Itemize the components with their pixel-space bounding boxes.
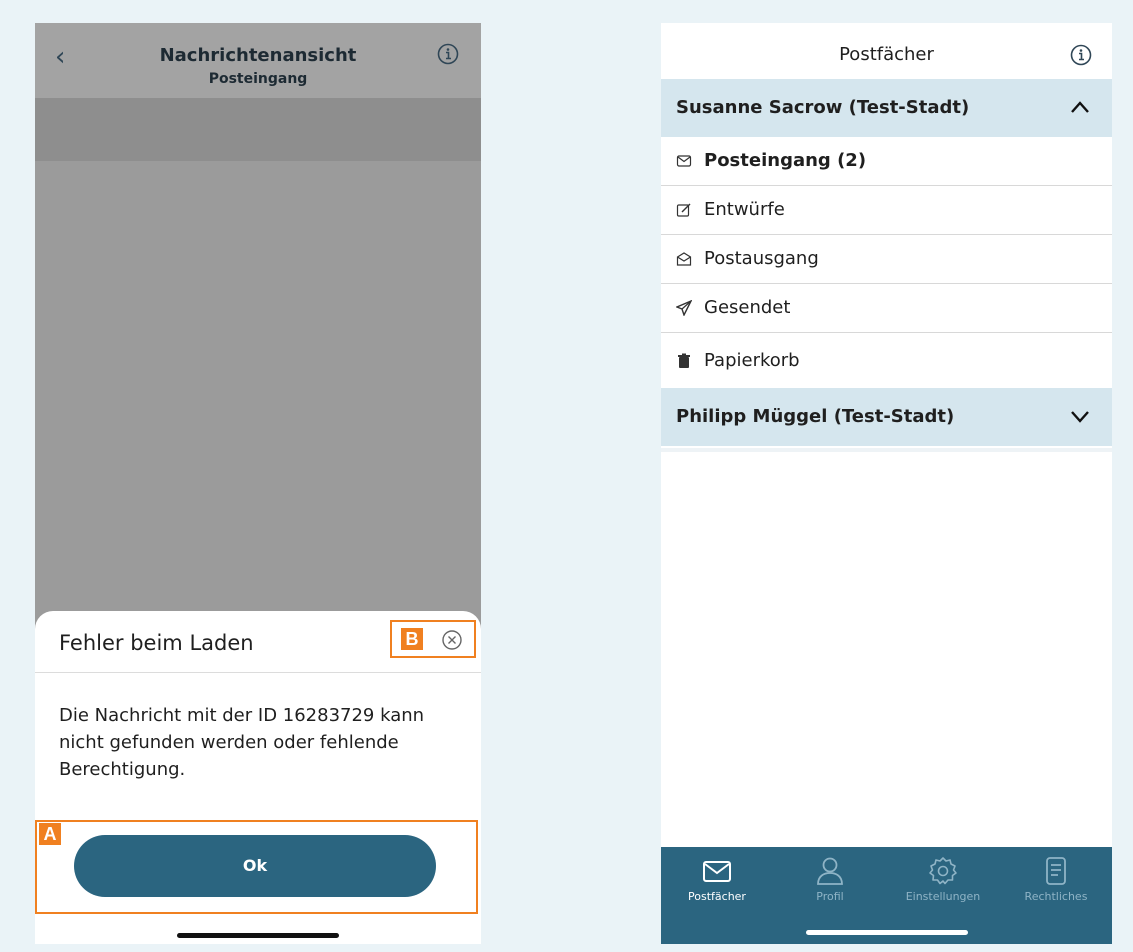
user-icon — [817, 857, 843, 885]
annotation-label-a: A — [39, 823, 61, 845]
folder-item-entwuerfe[interactable]: Entwürfe — [661, 186, 1112, 235]
account-header-susanne[interactable]: Susanne Sacrow (Test-Stadt) — [661, 79, 1112, 137]
tab-rechtliches[interactable]: Rechtliches — [1000, 847, 1112, 917]
mail-icon — [703, 861, 731, 882]
drafts-icon — [676, 203, 691, 217]
folder-label: Entwürfe — [704, 199, 785, 220]
dialog-title: Fehler beim Laden — [59, 631, 254, 655]
ok-button[interactable]: Ok — [74, 835, 436, 897]
chevron-down-icon[interactable] — [1070, 409, 1090, 423]
bottom-tab-bar: Postfächer Profil Einstellungen Rechtlic… — [661, 847, 1112, 944]
tab-einstellungen[interactable]: Einstellungen — [887, 847, 999, 917]
error-dialog: Fehler beim Laden B Die Nachricht mit de… — [35, 611, 481, 944]
page-title: Nachrichtenansicht — [159, 45, 357, 66]
list-divider — [661, 448, 1112, 452]
folder-label: Posteingang (2) — [704, 150, 867, 171]
tab-label: Einstellungen — [905, 890, 981, 903]
home-indicator — [177, 933, 339, 938]
navigation-header: ‹ Nachrichtenansicht Posteingang — [35, 23, 481, 98]
close-icon[interactable] — [441, 629, 463, 651]
trash-icon — [678, 353, 690, 368]
annotation-label-b: B — [401, 628, 423, 650]
sent-icon — [676, 300, 692, 316]
gear-icon — [929, 857, 957, 885]
tab-postfaecher[interactable]: Postfächer — [661, 847, 773, 917]
page-title: Postfächer — [839, 44, 934, 65]
mailboxes-screen: Postfächer Susanne Sacrow (Test-Stadt) P… — [661, 23, 1112, 944]
page-subtitle: Posteingang — [208, 71, 308, 87]
chevron-up-icon[interactable] — [1070, 100, 1090, 114]
close-annotation-box: B — [390, 620, 476, 658]
folder-label: Gesendet — [704, 297, 791, 318]
folder-label: Papierkorb — [704, 350, 800, 371]
info-icon[interactable] — [437, 43, 459, 65]
message-view-screen: ‹ Nachrichtenansicht Posteingang Fehler … — [35, 23, 481, 944]
toolbar-placeholder — [35, 98, 481, 161]
account-name: Philipp Müggel (Test-Stadt) — [676, 406, 955, 427]
folder-label: Postausgang — [704, 248, 819, 269]
info-icon[interactable] — [1070, 44, 1092, 66]
tab-label: Profil — [816, 890, 844, 903]
inbox-icon — [676, 155, 692, 167]
folder-item-papierkorb[interactable]: Papierkorb — [661, 333, 1112, 388]
folder-item-postausgang[interactable]: Postausgang — [661, 235, 1112, 284]
outbox-icon — [676, 252, 692, 266]
account-header-philipp[interactable]: Philipp Müggel (Test-Stadt) — [661, 388, 1112, 446]
folder-item-posteingang[interactable]: Posteingang (2) — [661, 137, 1112, 186]
document-icon — [1046, 857, 1066, 885]
folder-item-gesendet[interactable]: Gesendet — [661, 284, 1112, 333]
account-name: Susanne Sacrow (Test-Stadt) — [676, 97, 970, 118]
tab-label: Rechtliches — [1024, 890, 1088, 903]
ok-annotation-box: A Ok — [35, 820, 478, 914]
tab-label: Postfächer — [688, 890, 746, 903]
home-indicator — [806, 930, 968, 935]
dialog-divider — [35, 672, 481, 673]
dialog-message: Die Nachricht mit der ID 16283729 kann n… — [59, 705, 425, 780]
tab-profil[interactable]: Profil — [774, 847, 886, 917]
